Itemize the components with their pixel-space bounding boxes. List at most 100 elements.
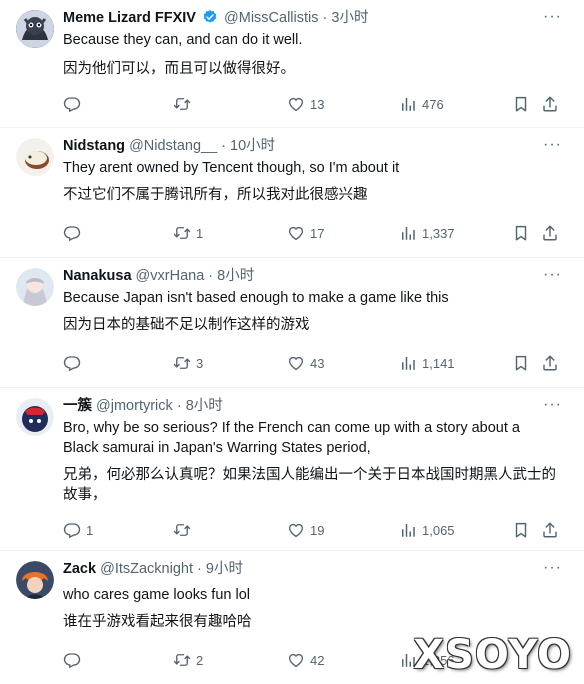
- more-icon[interactable]: ···: [543, 559, 562, 577]
- reply-button[interactable]: [63, 93, 86, 115]
- tweet-text-zh: 不过它们不属于腾讯所有，所以我对此很感兴趣: [63, 187, 368, 203]
- separator: ·: [221, 138, 227, 154]
- retweet-button[interactable]: [173, 519, 196, 541]
- display-name[interactable]: Meme Lizard FFXIV: [63, 10, 196, 26]
- tweet-text-en: They arent owned by Tencent though, so I…: [63, 160, 400, 176]
- like-button[interactable]: 17: [287, 222, 324, 244]
- timestamp[interactable]: 10小时: [230, 138, 275, 154]
- views-icon: [399, 521, 417, 539]
- share-icon: [541, 95, 559, 113]
- avatar[interactable]: [16, 138, 54, 176]
- like-count: 13: [310, 96, 325, 112]
- handle[interactable]: @ItsZacknight: [100, 561, 193, 577]
- tweet[interactable]: Nanakusa @vxrHana · 8小时 ··· Because Japa…: [0, 258, 584, 388]
- timestamp[interactable]: 8小时: [217, 268, 254, 284]
- more-icon[interactable]: ···: [543, 396, 562, 414]
- tweet-text: They arent owned by Tencent though, so I…: [63, 158, 556, 205]
- like-icon: [287, 651, 305, 669]
- reply-icon: [63, 651, 81, 669]
- views-count: 1,065: [422, 522, 455, 538]
- avatar[interactable]: [16, 398, 54, 436]
- like-button[interactable]: 42: [287, 649, 324, 671]
- views-button[interactable]: 476: [399, 93, 444, 115]
- separator: ·: [176, 398, 182, 414]
- views-count: 1,141: [422, 355, 455, 371]
- separator: ·: [197, 561, 202, 577]
- tweet-text: who cares game looks fun lol 谁在乎游戏看起来很有趣…: [63, 585, 556, 632]
- reply-button[interactable]: [63, 222, 86, 244]
- display-name[interactable]: 一簇: [63, 398, 92, 414]
- tweet[interactable]: Nidstang @Nidstang__ · 10小时 ··· They are…: [0, 128, 584, 258]
- retweet-button[interactable]: [173, 93, 196, 115]
- share-button[interactable]: [541, 93, 559, 115]
- avatar[interactable]: [16, 561, 54, 599]
- handle[interactable]: @vxrHana: [136, 268, 205, 284]
- like-count: 42: [310, 652, 325, 668]
- like-button[interactable]: 19: [287, 519, 324, 541]
- watermark: XSOYO: [413, 632, 572, 678]
- timestamp[interactable]: 9小时: [206, 561, 243, 577]
- verified-badge-icon: [202, 9, 218, 31]
- tweet-text: Because they can, and can do it well. 因为…: [63, 30, 556, 79]
- tweet-text-zh: 谁在乎游戏看起来很有趣哈哈: [63, 614, 252, 630]
- retweet-count: 3: [196, 355, 204, 371]
- avatar[interactable]: [16, 268, 54, 306]
- tweet[interactable]: Meme Lizard FFXIV @MissCallistis · 3小时 ·…: [0, 0, 584, 128]
- retweet-count: 2: [196, 652, 204, 668]
- share-icon: [541, 224, 559, 242]
- views-icon: [399, 224, 417, 242]
- tweet-header: Nanakusa @vxrHana · 8小时: [63, 266, 544, 286]
- avatar[interactable]: [16, 10, 54, 48]
- more-icon[interactable]: ···: [543, 136, 562, 154]
- reply-count: 1: [86, 522, 94, 538]
- tweet-text-en-line: Black samurai in Japan's Warring States …: [63, 440, 371, 456]
- share-icon: [541, 521, 559, 539]
- share-icon: [541, 354, 559, 372]
- like-count: 43: [310, 355, 325, 371]
- tweet-text-zh-line: 兄弟，何必那么认真呢？如果法国人能编出一个关于日本战国时期黑人武士的: [63, 467, 556, 483]
- action-bar: 13 476: [63, 93, 556, 115]
- action-bar: 3 43 1,141: [63, 352, 556, 374]
- views-button[interactable]: 1,141: [399, 352, 455, 374]
- tweet-text-en: who cares game looks fun lol: [63, 587, 250, 603]
- retweet-icon: [173, 521, 191, 539]
- display-name[interactable]: Nanakusa: [63, 268, 132, 284]
- reply-button[interactable]: [63, 649, 86, 671]
- display-name[interactable]: Zack: [63, 561, 96, 577]
- like-count: 19: [310, 522, 325, 538]
- share-button[interactable]: [541, 222, 559, 244]
- views-count: 1,337: [422, 225, 455, 241]
- retweet-icon: [173, 95, 191, 113]
- more-icon[interactable]: ···: [543, 8, 562, 26]
- bookmark-icon: [512, 354, 530, 372]
- action-bar: 1 17 1,337: [63, 222, 556, 244]
- handle[interactable]: @MissCallistis: [224, 10, 318, 26]
- like-icon: [287, 95, 305, 113]
- like-button[interactable]: 13: [287, 93, 324, 115]
- bookmark-button[interactable]: [512, 352, 530, 374]
- bookmark-button[interactable]: [512, 222, 530, 244]
- handle[interactable]: @Nidstang__: [129, 138, 217, 154]
- bookmark-icon: [512, 224, 530, 242]
- retweet-button[interactable]: 3: [173, 352, 203, 374]
- views-count: 476: [422, 96, 444, 112]
- handle[interactable]: @jmortyrick: [96, 398, 173, 414]
- display-name[interactable]: Nidstang: [63, 138, 125, 154]
- reply-button[interactable]: 1: [63, 519, 93, 541]
- bookmark-button[interactable]: [512, 519, 530, 541]
- tweet[interactable]: 一簇 @jmortyrick · 8小时 ··· Bro, why be so …: [0, 388, 584, 551]
- retweet-button[interactable]: 1: [173, 222, 203, 244]
- like-button[interactable]: 43: [287, 352, 324, 374]
- more-icon[interactable]: ···: [543, 266, 562, 284]
- timestamp[interactable]: 8小时: [186, 398, 223, 414]
- views-button[interactable]: 1,337: [399, 222, 455, 244]
- bookmark-button[interactable]: [512, 93, 530, 115]
- tweet-text-zh: 因为日本的基础不足以制作这样的游戏: [63, 317, 310, 333]
- views-button[interactable]: 1,065: [399, 519, 455, 541]
- share-button[interactable]: [541, 352, 559, 374]
- reply-icon: [63, 521, 81, 539]
- retweet-button[interactable]: 2: [173, 649, 203, 671]
- share-button[interactable]: [541, 519, 559, 541]
- reply-button[interactable]: [63, 352, 86, 374]
- timestamp[interactable]: 3小时: [331, 10, 368, 26]
